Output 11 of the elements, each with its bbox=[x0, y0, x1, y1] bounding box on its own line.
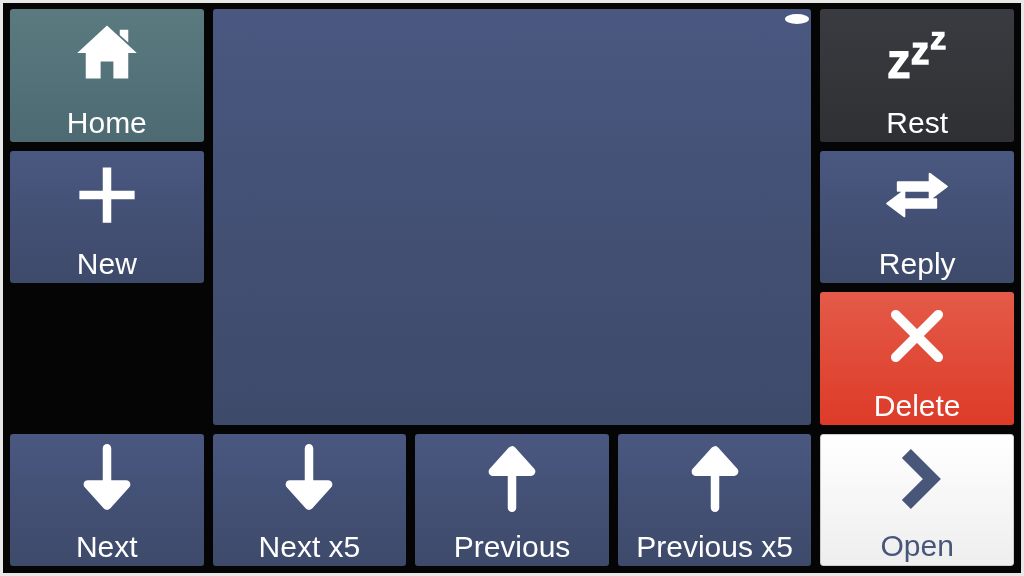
button[interactable]: New bbox=[10, 150, 204, 283]
button[interactable]: Previous bbox=[415, 433, 609, 566]
button[interactable]: Next bbox=[10, 433, 204, 566]
button[interactable]: Next x5 bbox=[212, 433, 407, 566]
button[interactable]: Open bbox=[820, 433, 1014, 566]
scroll-indicator bbox=[785, 14, 810, 24]
button[interactable]: Delete bbox=[820, 292, 1014, 425]
button[interactable]: Reply bbox=[820, 150, 1014, 283]
button[interactable]: Previous x5 bbox=[617, 433, 812, 566]
button[interactable]: Rest bbox=[820, 9, 1014, 142]
button[interactable]: Home bbox=[10, 9, 204, 142]
